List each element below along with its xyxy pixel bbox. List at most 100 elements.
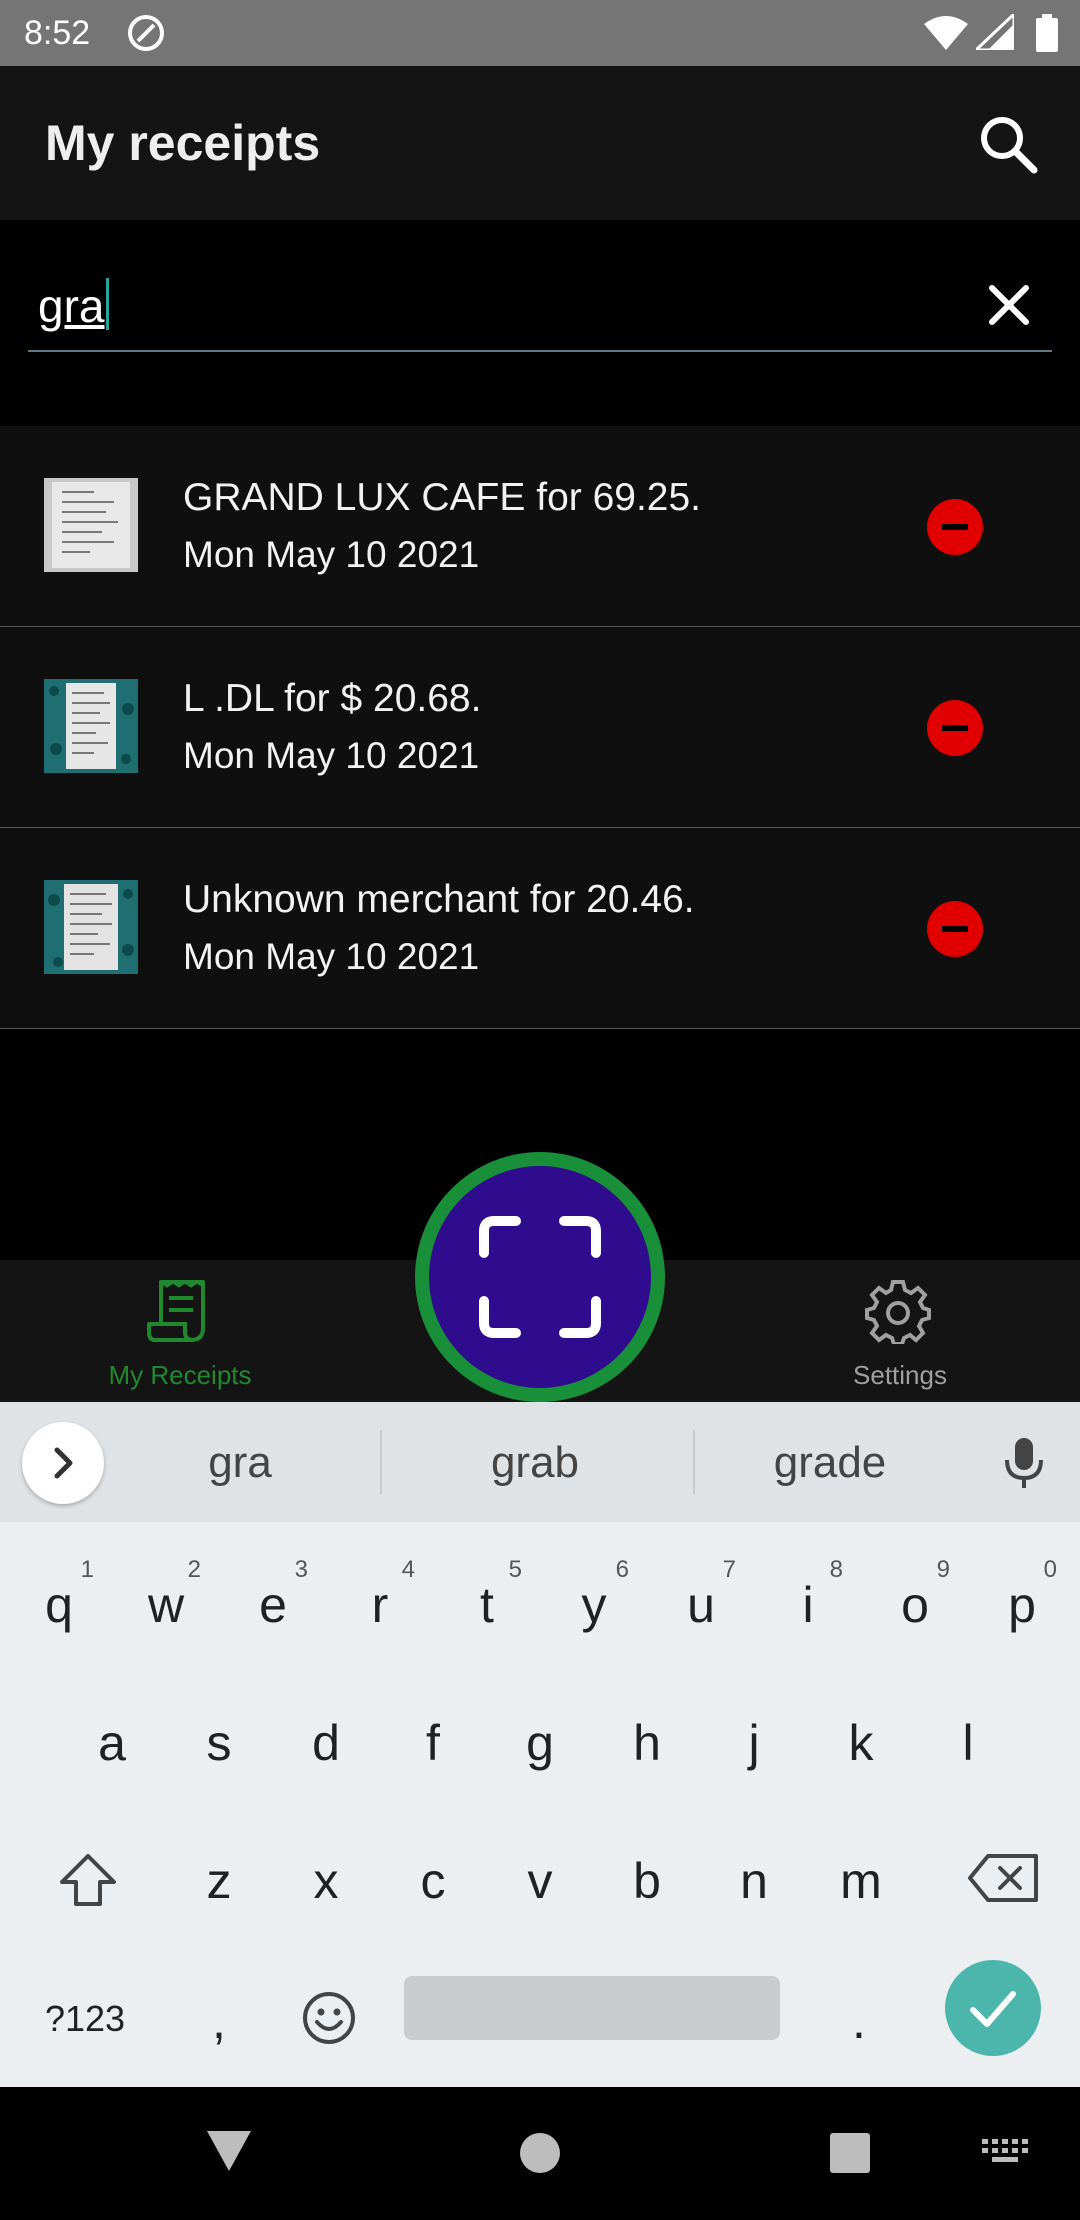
- key-hint: 5: [508, 1556, 522, 1583]
- key-label: .: [852, 1993, 866, 2049]
- nav-my-receipts-label: My Receipts: [108, 1360, 252, 1390]
- backspace-key[interactable]: [942, 1818, 1048, 1938]
- key-a[interactable]: a: [59, 1680, 165, 1800]
- suggestion-3[interactable]: grade: [685, 1438, 975, 1488]
- gear-icon: [865, 1280, 931, 1344]
- key-hint: 7: [722, 1556, 736, 1583]
- enter-key[interactable]: [945, 1960, 1041, 2056]
- nav-settings[interactable]: Settings: [770, 1260, 1030, 1402]
- key-label: c: [420, 1853, 446, 1909]
- key-y[interactable]: y6: [541, 1542, 647, 1662]
- key-b[interactable]: b: [594, 1818, 700, 1938]
- key-t[interactable]: t5: [434, 1542, 540, 1662]
- key-w[interactable]: w2: [113, 1542, 219, 1662]
- chevron-right-icon: [54, 1447, 73, 1479]
- remove-icon[interactable]: [926, 498, 984, 556]
- suggestion-divider: [380, 1430, 382, 1494]
- key-label: b: [633, 1853, 661, 1909]
- key-hint: 0: [1043, 1556, 1057, 1583]
- suggestion-2[interactable]: grab: [390, 1438, 680, 1488]
- key-hint: 8: [829, 1556, 843, 1583]
- suggestion-1[interactable]: gra: [95, 1438, 385, 1488]
- battery-icon: [1036, 14, 1058, 52]
- checkmark-icon: [970, 1991, 1016, 2027]
- remove-icon[interactable]: [926, 900, 984, 958]
- receipt-date: Mon May 10 2021: [183, 735, 480, 776]
- key-label: l: [962, 1715, 974, 1771]
- key-p[interactable]: p0: [969, 1542, 1075, 1662]
- key-u[interactable]: u7: [648, 1542, 754, 1662]
- key-label: z: [206, 1853, 232, 1909]
- key-hint: 2: [187, 1556, 201, 1583]
- key-l[interactable]: l: [915, 1680, 1021, 1800]
- keyboard-switch-icon[interactable]: [982, 2139, 1030, 2169]
- key-d[interactable]: d: [273, 1680, 379, 1800]
- recents-icon[interactable]: [828, 2131, 872, 2175]
- comma-key[interactable]: ,: [166, 1956, 272, 2076]
- key-m[interactable]: m: [808, 1818, 914, 1938]
- keyboard-row-3: z x c v b n m: [0, 1818, 1080, 1948]
- key-h[interactable]: h: [594, 1680, 700, 1800]
- emoji-key[interactable]: [273, 1956, 379, 2076]
- key-label: u: [687, 1577, 715, 1633]
- key-label: o: [901, 1577, 929, 1633]
- nav-settings-label: Settings: [853, 1360, 947, 1390]
- key-label: r: [371, 1577, 389, 1633]
- key-f[interactable]: f: [380, 1680, 486, 1800]
- key-x[interactable]: x: [273, 1818, 379, 1938]
- symbols-key[interactable]: ?123: [32, 1956, 138, 2076]
- remove-icon[interactable]: [926, 699, 984, 757]
- key-hint: 3: [294, 1556, 308, 1583]
- expand-toolbar-button[interactable]: [22, 1422, 104, 1504]
- key-s[interactable]: s: [166, 1680, 272, 1800]
- key-e[interactable]: e3: [220, 1542, 326, 1662]
- key-label: v: [527, 1853, 553, 1909]
- search-input[interactable]: gra: [38, 278, 110, 333]
- key-label: w: [147, 1577, 185, 1633]
- receipt-list: GRAND LUX CAFE for 69.25. Mon May 10 202…: [0, 426, 1080, 1029]
- search-field[interactable]: gra: [28, 260, 1052, 352]
- key-o[interactable]: o9: [862, 1542, 968, 1662]
- space-key[interactable]: [404, 1976, 780, 2040]
- key-q[interactable]: q1: [6, 1542, 112, 1662]
- backspace-icon: [968, 1854, 1038, 1902]
- key-j[interactable]: j: [701, 1680, 807, 1800]
- signal-icon: [976, 14, 1014, 50]
- text-cursor: [106, 278, 110, 330]
- home-icon[interactable]: [518, 2131, 562, 2175]
- nav-my-receipts[interactable]: My Receipts: [50, 1260, 310, 1402]
- list-item[interactable]: Unknown merchant for 20.46. Mon May 10 2…: [0, 828, 1080, 1029]
- key-label: m: [840, 1853, 882, 1909]
- key-label: s: [206, 1715, 232, 1771]
- key-hint: 4: [401, 1556, 415, 1583]
- period-key[interactable]: .: [806, 1956, 912, 2076]
- mic-icon[interactable]: [1002, 1436, 1046, 1490]
- shift-key[interactable]: [32, 1818, 138, 1938]
- key-v[interactable]: v: [487, 1818, 593, 1938]
- key-g[interactable]: g: [487, 1680, 593, 1800]
- receipt-title: L .DL for $ 20.68.: [183, 677, 482, 720]
- key-k[interactable]: k: [808, 1680, 914, 1800]
- key-label: q: [45, 1577, 73, 1633]
- key-z[interactable]: z: [166, 1818, 272, 1938]
- receipt-date: Mon May 10 2021: [183, 534, 480, 575]
- close-icon[interactable]: [984, 280, 1034, 330]
- key-n[interactable]: n: [701, 1818, 807, 1938]
- scan-button[interactable]: [415, 1152, 665, 1402]
- key-label: d: [312, 1715, 340, 1771]
- key-label: n: [740, 1853, 768, 1909]
- back-icon[interactable]: [205, 2127, 253, 2175]
- key-label: p: [1008, 1577, 1036, 1633]
- search-icon[interactable]: [976, 112, 1040, 176]
- status-time: 8:52: [24, 14, 91, 52]
- list-item[interactable]: L .DL for $ 20.68. Mon May 10 2021: [0, 627, 1080, 828]
- key-i[interactable]: i8: [755, 1542, 861, 1662]
- key-r[interactable]: r4: [327, 1542, 433, 1662]
- key-label: h: [633, 1715, 661, 1771]
- receipt-date: Mon May 10 2021: [183, 936, 480, 977]
- receipt-icon: [147, 1280, 205, 1342]
- key-c[interactable]: c: [380, 1818, 486, 1938]
- key-label: j: [748, 1715, 760, 1771]
- key-label: a: [98, 1715, 126, 1771]
- list-item[interactable]: GRAND LUX CAFE for 69.25. Mon May 10 202…: [0, 426, 1080, 627]
